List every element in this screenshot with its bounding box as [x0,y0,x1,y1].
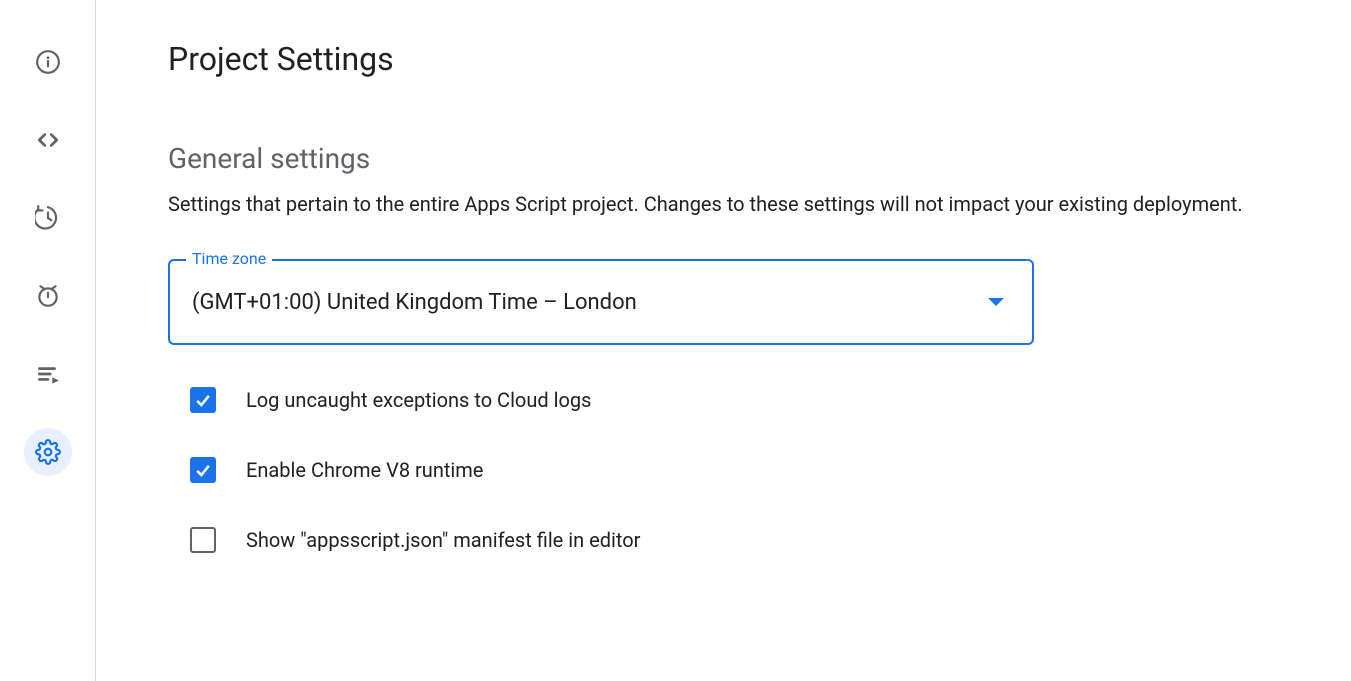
general-settings-description: Settings that pertain to the entire Apps… [168,189,1279,219]
v8-runtime-row: Enable Chrome V8 runtime [190,457,1279,483]
show-manifest-label: Show "appsscript.json" manifest file in … [246,528,640,552]
timezone-label: Time zone [186,249,272,268]
editor-icon[interactable] [24,116,72,164]
main-content: Project Settings General settings Settin… [96,0,1351,681]
sidebar [0,0,96,681]
executions-icon[interactable] [24,194,72,242]
log-exceptions-label: Log uncaught exceptions to Cloud logs [246,388,591,412]
v8-runtime-checkbox[interactable] [190,457,216,483]
settings-icon[interactable] [24,428,72,476]
log-exceptions-checkbox[interactable] [190,387,216,413]
timezone-select-box[interactable]: (GMT+01:00) United Kingdom Time – London [168,259,1034,345]
page-title: Project Settings [168,40,1279,78]
v8-runtime-label: Enable Chrome V8 runtime [246,458,483,482]
execution-log-icon[interactable] [24,350,72,398]
general-settings-heading: General settings [168,142,1279,175]
timezone-select[interactable]: Time zone (GMT+01:00) United Kingdom Tim… [168,259,1034,345]
show-manifest-row: Show "appsscript.json" manifest file in … [190,527,1279,553]
show-manifest-checkbox[interactable] [190,527,216,553]
timezone-value: (GMT+01:00) United Kingdom Time – London [192,290,637,315]
chevron-down-icon [988,298,1004,306]
triggers-icon[interactable] [24,272,72,320]
log-exceptions-row: Log uncaught exceptions to Cloud logs [190,387,1279,413]
overview-icon[interactable] [24,38,72,86]
